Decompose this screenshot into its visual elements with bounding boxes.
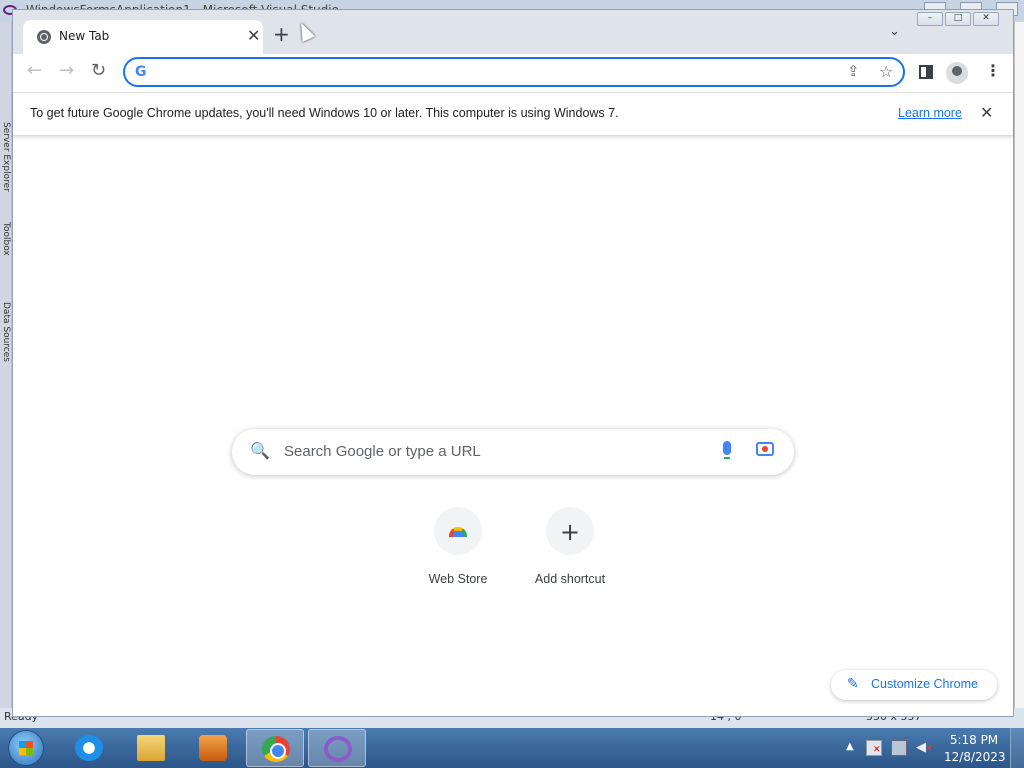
media-player-icon bbox=[199, 735, 227, 761]
tab-strip: New Tab ✕ + ⌄ – □ ✕ bbox=[13, 10, 1013, 54]
clock-time[interactable]: 5:18 PM bbox=[944, 733, 1004, 747]
toolbox-tab[interactable]: Toolbox bbox=[1, 222, 11, 256]
taskbar-visual-studio[interactable] bbox=[308, 729, 366, 767]
internet-explorer-icon bbox=[75, 735, 103, 761]
web-store-icon bbox=[449, 527, 467, 537]
shortcut-label: Add shortcut bbox=[534, 572, 606, 586]
update-infobar: To get future Google Chrome updates, you… bbox=[13, 92, 1013, 136]
bookmark-star-icon[interactable]: ☆ bbox=[879, 62, 893, 81]
customize-chrome-button[interactable]: ✎ Customize Chrome bbox=[831, 670, 997, 700]
tab-search-chevron-icon[interactable]: ⌄ bbox=[889, 24, 900, 39]
tab-title: New Tab bbox=[59, 29, 110, 43]
infobar-close-icon[interactable]: ✕ bbox=[980, 103, 993, 122]
chrome-icon bbox=[262, 736, 290, 762]
forward-arrow-icon[interactable]: → bbox=[59, 60, 74, 81]
google-lens-camera-icon[interactable] bbox=[756, 442, 774, 456]
close-window-button[interactable]: ✕ bbox=[973, 12, 999, 26]
plus-icon: + bbox=[559, 518, 581, 546]
visual-studio-icon bbox=[324, 736, 352, 762]
minimize-button[interactable]: – bbox=[917, 12, 943, 26]
action-center-flag-icon[interactable] bbox=[866, 740, 882, 756]
voice-search-mic-icon[interactable] bbox=[723, 441, 731, 459]
volume-muted-icon[interactable] bbox=[916, 740, 933, 756]
shortcut-tile: + bbox=[546, 507, 594, 555]
address-input[interactable] bbox=[155, 63, 835, 83]
vs-side-tabs: Server Explorer Toolbox Data Sources bbox=[0, 22, 12, 712]
new-tab-button[interactable]: + bbox=[273, 24, 290, 44]
side-panel-icon[interactable] bbox=[919, 65, 933, 79]
taskbar-windows-explorer[interactable] bbox=[122, 729, 180, 767]
share-icon[interactable]: ⇪ bbox=[847, 62, 860, 80]
windows-taskbar: ▲ 5:18 PM 12/8/2023 bbox=[0, 728, 1024, 768]
address-bar[interactable]: G ⇪ ☆ bbox=[123, 57, 905, 87]
data-sources-tab[interactable]: Data Sources bbox=[1, 302, 11, 362]
taskbar-media-player[interactable] bbox=[184, 729, 242, 767]
customize-chrome-label: Customize Chrome bbox=[871, 677, 978, 691]
taskbar-chrome[interactable] bbox=[246, 729, 304, 767]
reload-icon[interactable]: ↻ bbox=[91, 60, 106, 81]
back-arrow-icon[interactable]: ← bbox=[27, 60, 42, 81]
browser-toolbar: ← → ↻ G ⇪ ☆ ⋮ bbox=[13, 54, 1013, 92]
tab-new-tab[interactable]: New Tab ✕ bbox=[23, 20, 263, 54]
vs-right-panel bbox=[1014, 22, 1024, 712]
chrome-menu-icon[interactable]: ⋮ bbox=[985, 61, 1001, 80]
folder-icon bbox=[137, 735, 165, 761]
show-desktop-button[interactable] bbox=[1010, 728, 1024, 768]
search-placeholder: Search Google or type a URL bbox=[284, 443, 481, 460]
infobar-message: To get future Google Chrome updates, you… bbox=[30, 106, 619, 120]
shortcut-tile bbox=[434, 507, 482, 555]
google-g-icon: G bbox=[135, 64, 147, 80]
profile-avatar-icon[interactable] bbox=[946, 62, 968, 84]
learn-more-link[interactable]: Learn more bbox=[898, 106, 962, 120]
clock-date[interactable]: 12/8/2023 bbox=[944, 750, 1006, 764]
chrome-window: New Tab ✕ + ⌄ – □ ✕ ← → ↻ G ⇪ ☆ ⋮ To get… bbox=[12, 9, 1014, 717]
search-icon: 🔍 bbox=[250, 441, 270, 460]
server-explorer-tab[interactable]: Server Explorer bbox=[1, 122, 11, 192]
shortcut-label: Web Store bbox=[428, 572, 488, 586]
network-icon[interactable] bbox=[891, 740, 907, 756]
maximize-button[interactable]: □ bbox=[945, 12, 971, 26]
shortcut-web-store[interactable]: Web Store bbox=[402, 507, 514, 597]
taskbar-internet-explorer[interactable] bbox=[60, 729, 118, 767]
shortcut-add[interactable]: + Add shortcut bbox=[514, 507, 626, 597]
ntp-search-box[interactable]: 🔍 Search Google or type a URL bbox=[232, 429, 794, 475]
show-hidden-icons-arrow[interactable]: ▲ bbox=[846, 741, 854, 752]
start-button[interactable] bbox=[8, 730, 44, 766]
tab-close-icon[interactable]: ✕ bbox=[247, 26, 260, 45]
pencil-icon: ✎ bbox=[847, 676, 859, 692]
chrome-favicon-icon bbox=[37, 30, 51, 44]
